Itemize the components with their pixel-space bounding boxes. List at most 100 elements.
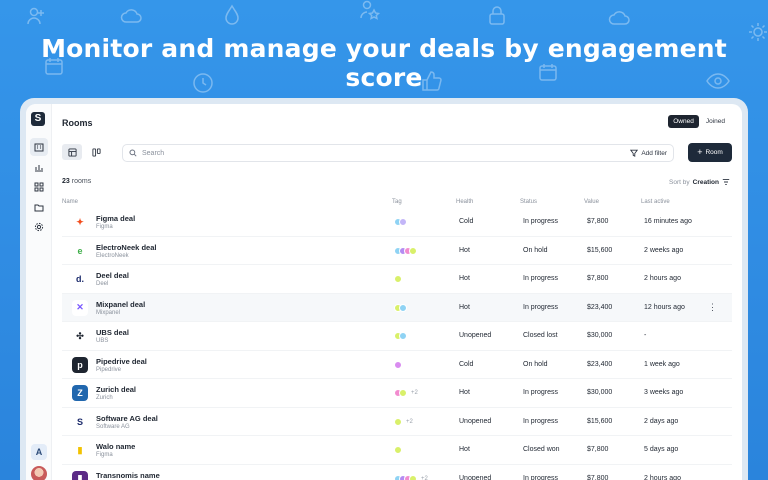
workspace-avatar[interactable]: A [31,444,47,460]
sort-value: Creation [692,178,719,186]
tab-owned[interactable]: Owned [668,115,699,128]
column-header-tag[interactable]: Tag [392,199,402,205]
tag-dot [409,474,417,480]
room-name[interactable]: Transnomis name [96,471,160,480]
tag-list[interactable] [394,446,402,454]
filter-icon [630,149,639,157]
deal-value: $7,800 [587,474,609,480]
deal-value: $7,800 [587,446,609,453]
company-name: Mixpanel [96,309,121,316]
status-value: In progress [523,417,559,425]
tab-joined[interactable]: Joined [701,115,730,128]
board-icon [91,147,101,157]
room-name[interactable]: Figma deal [96,214,135,223]
health-value: Hot [459,389,470,396]
room-name[interactable]: Pipedrive deal [96,357,147,366]
company-logo-icon: ✣ [72,328,88,344]
tag-list[interactable] [394,246,417,255]
table-row[interactable]: S Software AG deal Software AG +2 Unopen… [62,408,732,436]
user-add-icon [27,7,44,25]
search-icon [129,149,137,157]
app-logo[interactable]: S [31,112,45,126]
room-name[interactable]: Software AG deal [96,414,158,423]
page-title: Rooms [62,118,93,128]
sort-control[interactable]: Sort by Creation [669,178,730,186]
tag-list[interactable] [394,303,407,312]
room-name[interactable]: ElectroNeek deal [96,243,156,252]
table-row[interactable]: e ElectroNeek deal ElectroNeek Hot On ho… [62,237,732,265]
deal-value: $15,600 [587,246,613,254]
table-row[interactable]: Z Zurich deal Zurich +2 Hot In progress … [62,379,732,408]
gear-icon [34,222,44,232]
company-name: Figma [96,452,113,458]
room-name[interactable]: Deel deal [96,271,129,280]
status-value: In progress [523,474,559,480]
company-logo-icon: ✦ [72,214,88,230]
table-view-button[interactable] [62,144,82,160]
user-star-icon [360,0,380,20]
column-header-health[interactable]: Health [456,199,473,205]
lock-icon [489,6,505,25]
table-row[interactable]: p Pipedrive deal Pipedrive Cold On hold … [62,351,732,379]
building-icon [34,143,44,152]
column-header-value[interactable]: Value [584,199,599,205]
add-filter-label: Add filter [641,149,667,157]
company-logo-icon: Z [72,385,88,401]
room-name[interactable]: Zurich deal [96,385,136,394]
table-row[interactable]: d. Deel deal Deel Hot In progress $7,800… [62,265,732,294]
health-value: Hot [459,446,470,453]
tag-more-count: +2 [410,389,418,397]
sidebar-item-settings[interactable] [30,218,48,236]
room-name[interactable]: UBS deal [96,328,129,337]
table-row[interactable]: ▮ Transnomis name Figma +2 Unopened In p… [62,465,732,480]
tag-list[interactable] [394,360,402,369]
room-name[interactable]: Walo name [96,442,135,451]
more-options-icon[interactable]: ⋮ [708,302,717,313]
column-header-last-active[interactable]: Last active [641,199,670,205]
add-filter-button[interactable]: Add filter [630,149,667,157]
tag-list[interactable]: +2 [394,474,428,480]
sidebar-item-files[interactable] [30,198,48,216]
plus-icon: + [697,147,703,157]
table-row[interactable]: ✦ Figma deal Figma Cold In progress $7,8… [62,208,732,237]
sidebar-item-rooms[interactable] [30,138,48,156]
headline: Monitor and manage your deals by engagem… [41,34,727,92]
tag-list[interactable]: +2 [394,417,413,426]
health-value: Cold [459,360,474,368]
company-name: UBS [96,338,109,344]
column-header-name[interactable]: Name [62,199,78,205]
table-row[interactable]: ▮ Walo name Figma Hot Closed won $7,800 … [62,436,732,465]
sidebar-item-analytics[interactable] [30,178,48,196]
tag-dot [399,218,407,226]
table-row[interactable]: ✣ UBS deal UBS Unopened Closed lost $30,… [62,322,732,351]
user-avatar[interactable] [31,466,47,480]
column-header-status[interactable]: Status [520,199,537,205]
tag-list[interactable]: +2 [394,389,418,397]
deal-value: $23,400 [587,303,613,311]
deal-value: $30,000 [587,389,613,396]
tag-list[interactable] [394,218,407,226]
deal-value: $30,000 [587,332,613,339]
status-value: Closed won [523,446,560,453]
last-active-value: 12 hours ago [644,303,685,311]
tag-dot [394,446,402,454]
sidebar-item-reports[interactable] [30,158,48,176]
sidebar-rail: S A [26,104,52,480]
status-value: Closed lost [523,332,558,339]
tag-list[interactable] [394,275,402,283]
company-name: Pipedrive [96,366,122,373]
last-active-value: 2 hours ago [644,275,681,282]
deal-value: $15,600 [587,417,613,425]
search-input[interactable]: Search Add filter [122,144,674,162]
board-view-button[interactable] [86,144,106,160]
last-active-value: 2 hours ago [644,474,681,480]
table-row[interactable]: ✕ Mixpanel deal Mixpanel Hot In progress… [62,293,732,322]
room-name[interactable]: Mixpanel deal [96,300,145,309]
cloud-icon [608,11,630,25]
tag-dot [394,417,402,426]
bar-chart-icon [35,165,43,172]
health-value: Unopened [459,332,492,339]
analytics-icon [34,182,44,192]
tag-list[interactable] [394,332,407,340]
add-room-button[interactable]: + Room [688,143,732,162]
